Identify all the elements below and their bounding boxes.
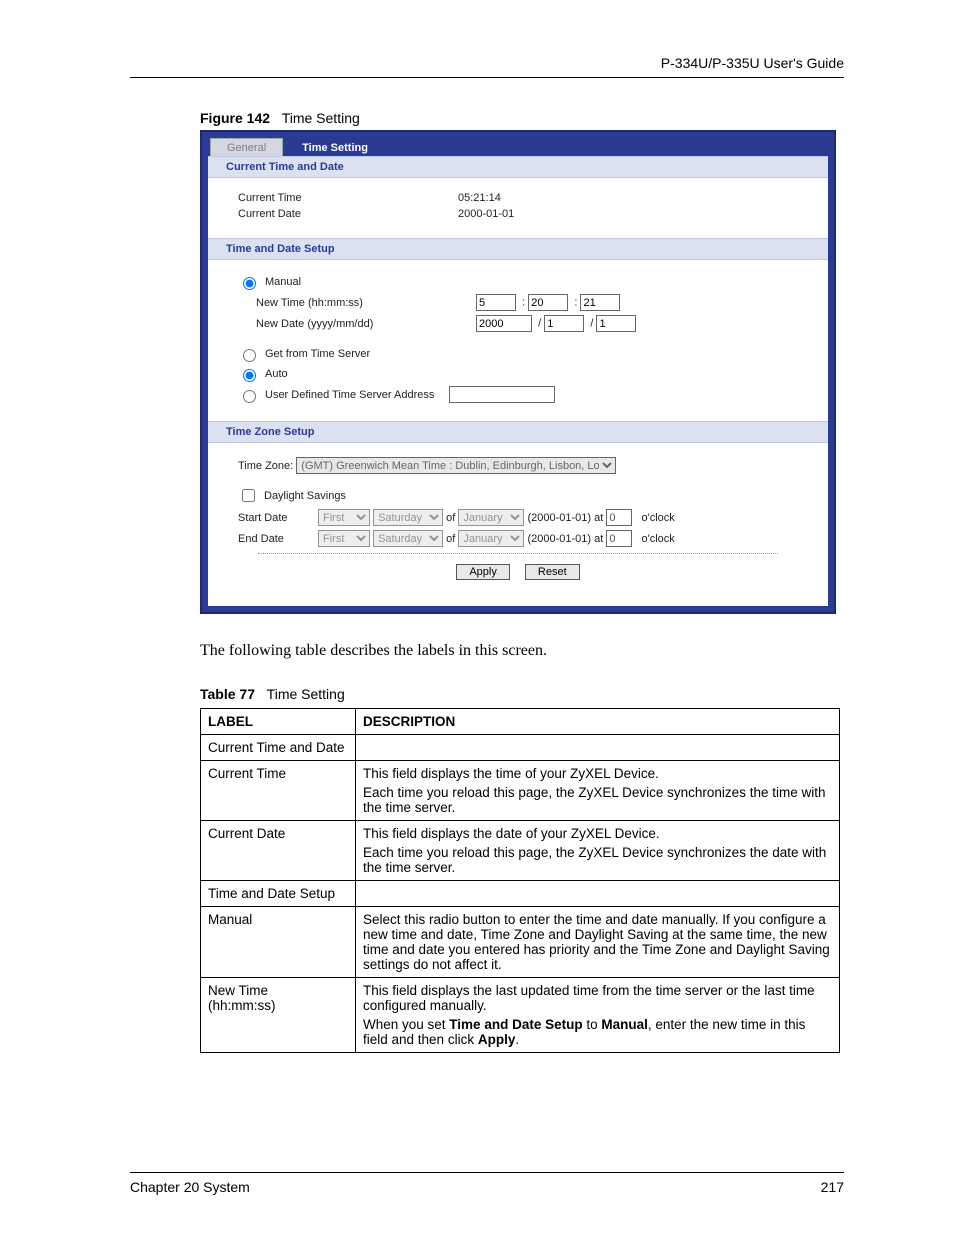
label-new-time: New Time (hh:mm:ss) (256, 297, 476, 309)
text-oclock-2: o'clock (642, 533, 675, 545)
checkbox-daylight-savings[interactable] (242, 489, 255, 502)
text-start-paren: (2000-01-01) at (527, 512, 603, 524)
table-label: Table 77 (200, 686, 255, 702)
footer-page-number: 217 (821, 1179, 844, 1195)
reset-button[interactable]: Reset (525, 564, 580, 580)
input-start-hour[interactable] (606, 509, 632, 526)
table-cell-label: Manual (201, 907, 356, 978)
label-start-date: Start Date (238, 512, 318, 524)
tab-general[interactable]: General (210, 138, 283, 156)
select-start-week[interactable]: First (318, 509, 370, 526)
table-caption: Table 77 Time Setting (200, 686, 844, 702)
label-end-date: End Date (238, 533, 318, 545)
label-user-defined: User Defined Time Server Address (265, 389, 434, 401)
text-of-2: of (446, 533, 455, 545)
table-cell-label: Current Date (201, 821, 356, 881)
section-header-setup: Time and Date Setup (208, 238, 828, 260)
value-current-date: 2000-01-01 (458, 208, 514, 220)
running-header: P-334U/P-335U User's Guide (130, 55, 844, 78)
input-time-server-addr[interactable] (449, 386, 555, 403)
radio-auto[interactable] (243, 369, 256, 382)
radio-user-defined[interactable] (243, 390, 256, 403)
table-cell-label: Time and Date Setup (201, 881, 356, 907)
select-timezone[interactable]: (GMT) Greenwich Mean Time : Dublin, Edin… (296, 457, 616, 474)
text-oclock-1: o'clock (642, 512, 675, 524)
table-cell-description: This field displays the date of your ZyX… (356, 821, 840, 881)
figure-caption: Figure 142 Time Setting (200, 110, 844, 126)
figure-title: Time Setting (282, 110, 360, 126)
table-cell-label: Current Time and Date (201, 735, 356, 761)
label-current-date: Current Date (238, 208, 458, 220)
table-cell-description (356, 881, 840, 907)
label-current-time: Current Time (238, 192, 458, 204)
table-cell-label: New Time(hh:mm:ss) (201, 978, 356, 1053)
input-new-date-yyyy[interactable] (476, 315, 532, 332)
tab-time-setting[interactable]: Time Setting (285, 138, 385, 156)
description-table: LABEL DESCRIPTION Current Time and DateC… (200, 708, 840, 1053)
label-manual: Manual (265, 276, 301, 288)
label-daylight-savings: Daylight Savings (264, 490, 346, 502)
table-cell-description: Select this radio button to enter the ti… (356, 907, 840, 978)
input-new-date-dd[interactable] (596, 315, 636, 332)
section-header-current: Current Time and Date (208, 156, 828, 178)
table-cell-label: Current Time (201, 761, 356, 821)
table-title: Time Setting (267, 686, 345, 702)
label-timezone: Time Zone: (238, 460, 293, 472)
apply-button[interactable]: Apply (456, 564, 510, 580)
input-new-date-mm[interactable] (544, 315, 584, 332)
text-end-paren: (2000-01-01) at (527, 533, 603, 545)
table-cell-description: This field displays the time of your ZyX… (356, 761, 840, 821)
radio-manual[interactable] (243, 277, 256, 290)
input-new-time-mm[interactable] (528, 294, 568, 311)
footer-chapter: Chapter 20 System (130, 1179, 250, 1195)
col-header-description: DESCRIPTION (356, 709, 840, 735)
input-end-hour[interactable] (606, 530, 632, 547)
label-new-date: New Date (yyyy/mm/dd) (256, 318, 476, 330)
input-new-time-ss[interactable] (580, 294, 620, 311)
label-auto: Auto (265, 368, 288, 380)
table-cell-description (356, 735, 840, 761)
select-start-month[interactable]: January (458, 509, 524, 526)
label-time-server: Get from Time Server (265, 348, 370, 360)
body-paragraph: The following table describes the labels… (200, 642, 844, 660)
section-header-tz: Time Zone Setup (208, 421, 828, 443)
value-current-time: 05:21:14 (458, 192, 501, 204)
select-end-day[interactable]: Saturday (373, 530, 443, 547)
text-of-1: of (446, 512, 455, 524)
select-start-day[interactable]: Saturday (373, 509, 443, 526)
input-new-time-hh[interactable] (476, 294, 516, 311)
table-cell-description: This field displays the last updated tim… (356, 978, 840, 1053)
select-end-week[interactable]: First (318, 530, 370, 547)
col-header-label: LABEL (201, 709, 356, 735)
screenshot-time-setting: General Time Setting Current Time and Da… (200, 130, 836, 614)
figure-label: Figure 142 (200, 110, 270, 126)
radio-time-server[interactable] (243, 349, 256, 362)
select-end-month[interactable]: January (458, 530, 524, 547)
